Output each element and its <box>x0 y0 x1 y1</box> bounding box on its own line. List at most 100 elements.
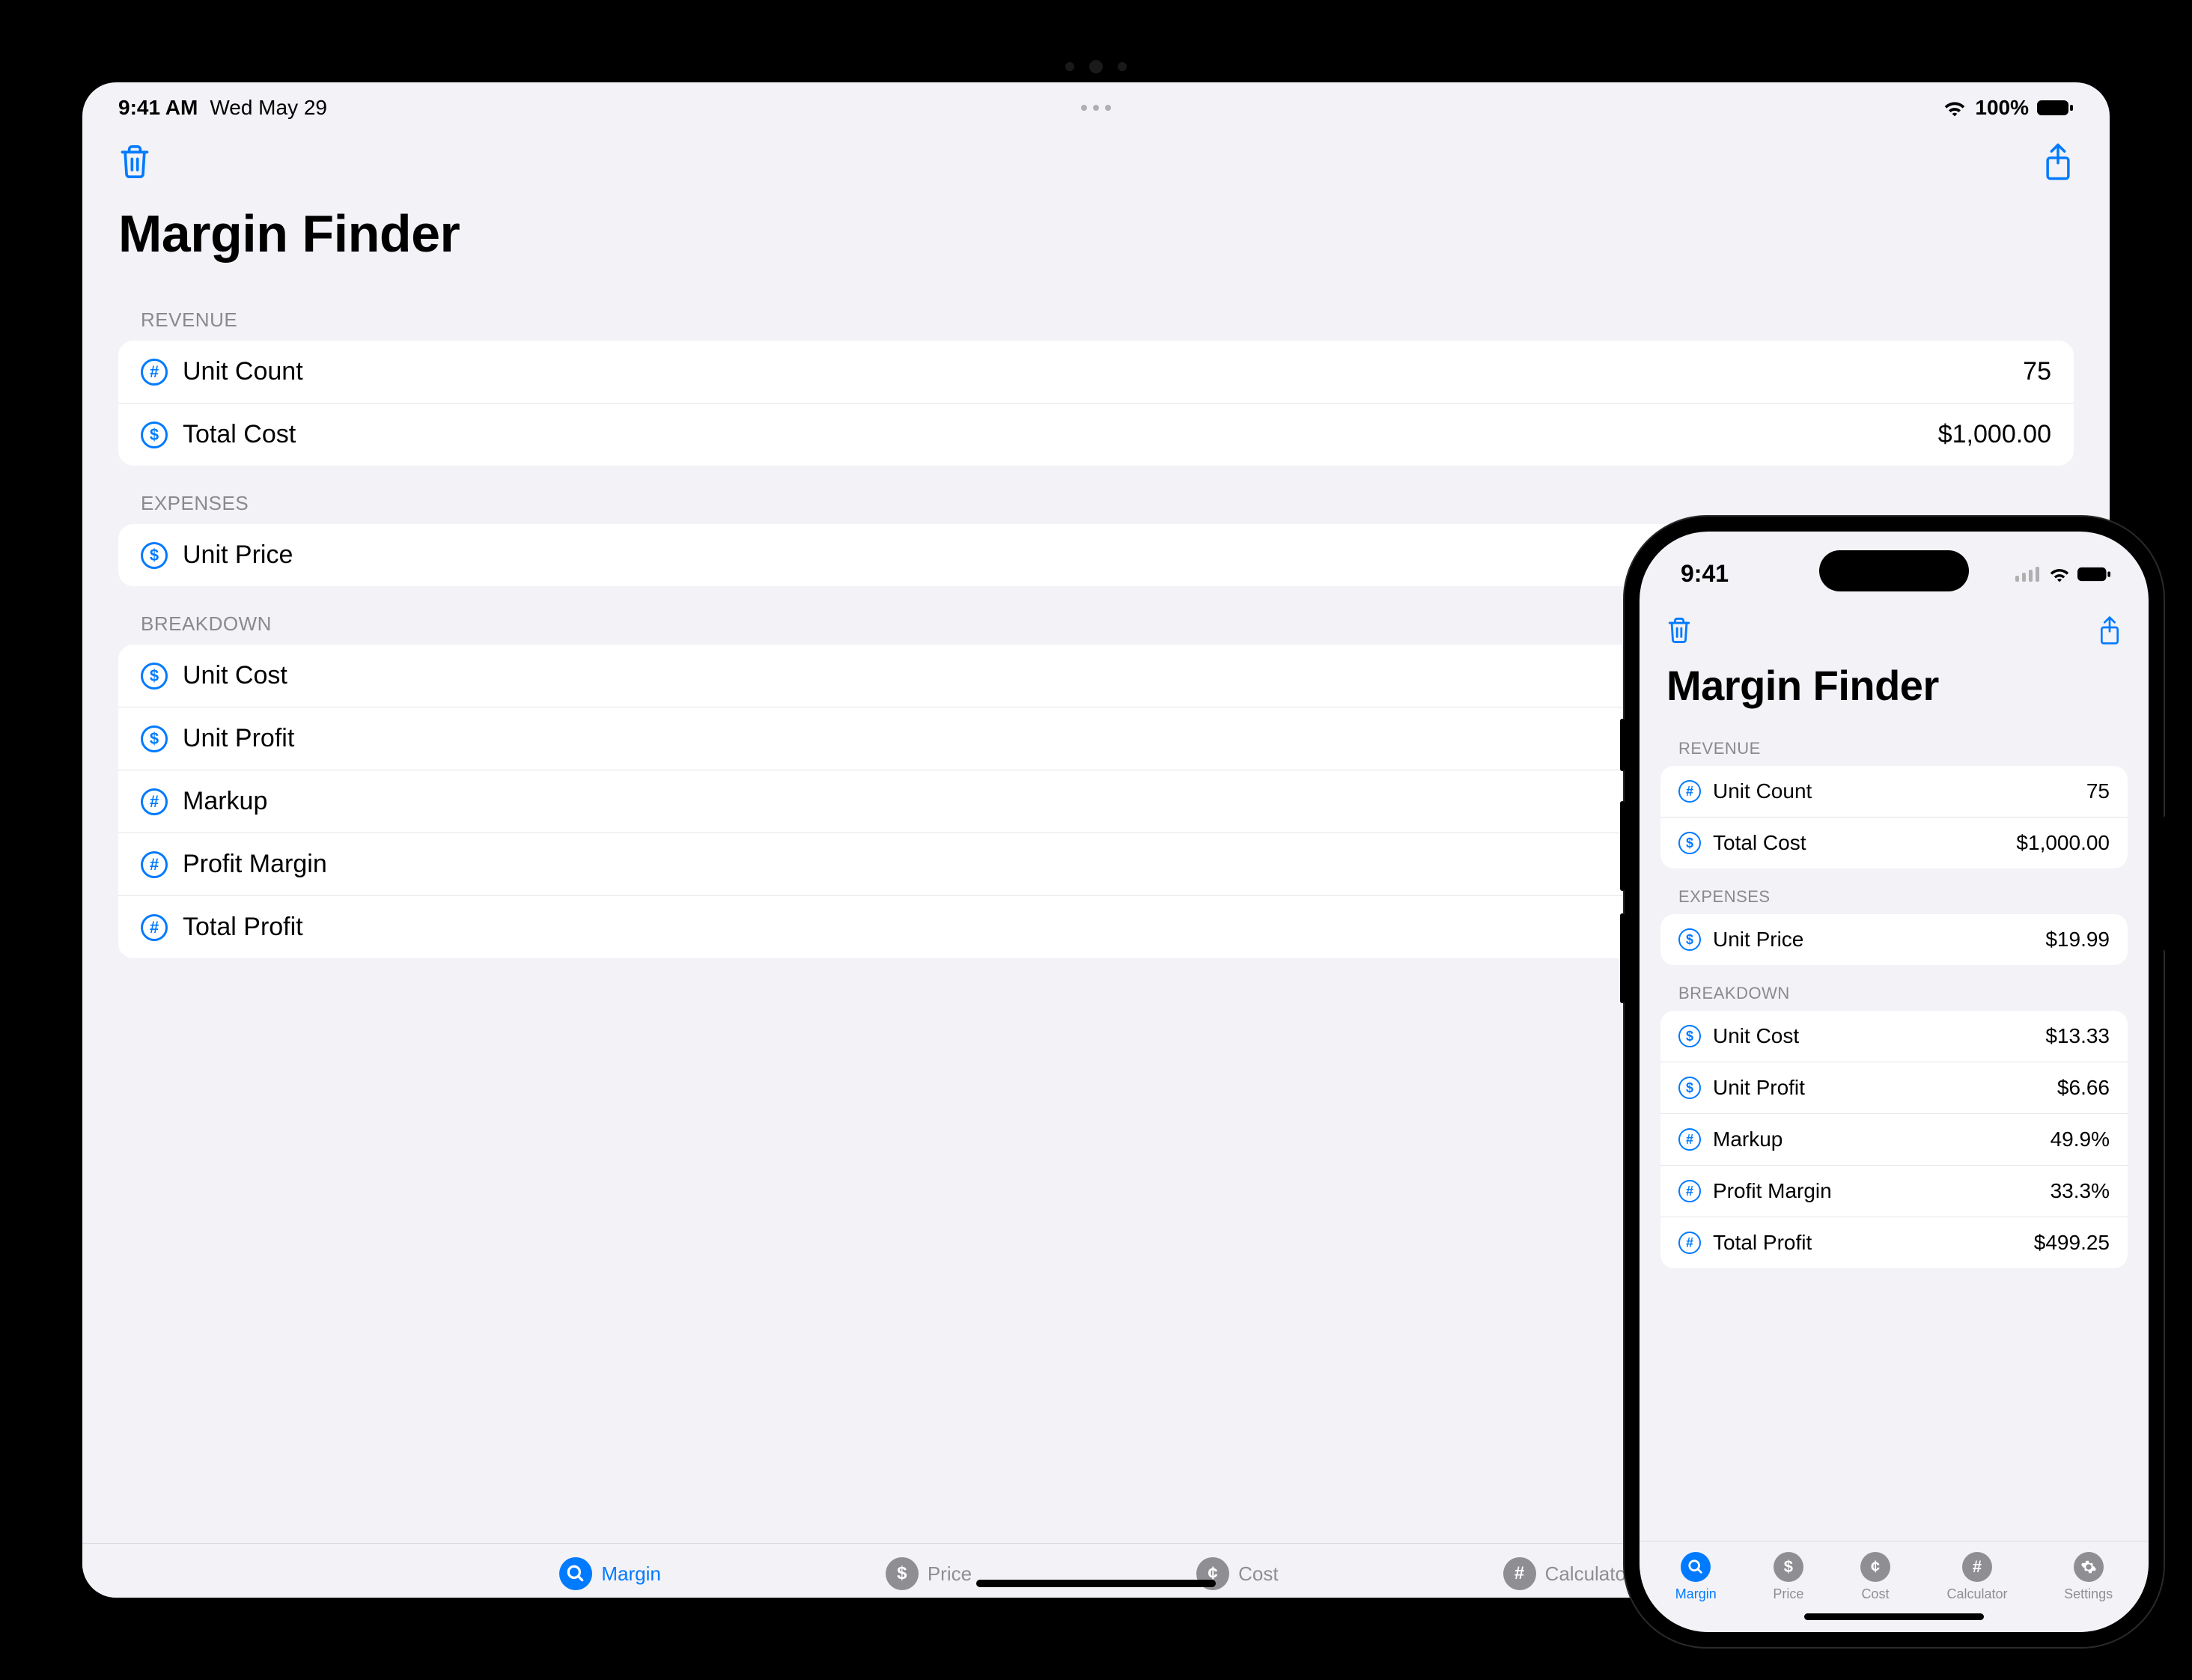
row-unit-profit[interactable]: $ Unit Profit $6.66 <box>1660 1062 2128 1114</box>
home-indicator[interactable] <box>976 1580 1216 1587</box>
dollar-icon: $ <box>1678 832 1701 854</box>
tab-price[interactable]: $ Price <box>1773 1552 1803 1602</box>
row-markup[interactable]: # Markup 49.9% <box>1660 1114 2128 1166</box>
gear-icon <box>2074 1552 2104 1582</box>
row-profit-margin[interactable]: # Profit Margin 33.3% <box>1660 1166 2128 1217</box>
hash-icon: # <box>1678 1128 1701 1151</box>
tab-label: Calculator <box>1947 1586 2008 1602</box>
row-total-cost[interactable]: $ Total Cost $1,000.00 <box>1660 818 2128 868</box>
tab-price[interactable]: $ Price <box>886 1557 972 1590</box>
row-value: 75 <box>2086 779 2110 803</box>
section-header-expenses: EXPENSES <box>1660 887 2128 914</box>
row-label: Unit Profit <box>1713 1076 2045 1100</box>
cent-circle-icon: ¢ <box>1860 1552 1890 1582</box>
section-header-breakdown: BREAKDOWN <box>1660 984 2128 1011</box>
section-header-revenue: REVENUE <box>1660 739 2128 766</box>
hash-circle-icon: # <box>1503 1557 1536 1590</box>
iphone-content[interactable]: REVENUE # Unit Count 75 $ Total Cost $1,… <box>1640 720 2149 1541</box>
trash-button[interactable] <box>1666 615 1692 645</box>
row-value: $13.33 <box>2045 1024 2110 1048</box>
hash-icon: # <box>1678 1180 1701 1202</box>
tab-calculator[interactable]: # Calculator <box>1947 1552 2008 1602</box>
row-unit-price[interactable]: $ Unit Price $19.99 <box>1660 914 2128 965</box>
ipad-camera-cluster <box>1065 60 1127 73</box>
iphone-device-frame: 9:41 Margin Finder REVENUE <box>1625 517 2164 1647</box>
dollar-icon: $ <box>1678 1025 1701 1047</box>
hash-icon: # <box>141 914 168 941</box>
dollar-icon: $ <box>141 663 168 690</box>
row-label: Total Cost <box>183 420 1923 449</box>
section-body-revenue: # Unit Count 75 $ Total Cost $1,000.00 <box>1660 766 2128 868</box>
dynamic-island <box>1819 550 1969 591</box>
status-time: 9:41 AM <box>118 96 198 120</box>
tab-cost[interactable]: ¢ Cost <box>1860 1552 1890 1602</box>
battery-percent: 100% <box>1975 96 2029 120</box>
section-breakdown: BREAKDOWN $ Unit Cost $13.33 $ Unit Prof… <box>1660 984 2128 1268</box>
tab-label: Price <box>1773 1586 1803 1602</box>
magnifier-icon <box>1681 1552 1711 1582</box>
battery-icon <box>2077 566 2111 582</box>
tab-label: Price <box>928 1562 972 1586</box>
share-button[interactable] <box>2042 142 2074 181</box>
iphone-side-button <box>1620 913 1625 1003</box>
battery-icon <box>2036 99 2074 117</box>
tab-label: Calculator <box>1545 1562 1633 1586</box>
tab-margin[interactable]: Margin <box>1675 1552 1717 1602</box>
wifi-icon <box>2048 566 2071 582</box>
ipad-toolbar <box>82 120 2110 189</box>
wifi-icon <box>1942 99 1967 117</box>
dollar-icon: $ <box>141 542 168 569</box>
row-value: $499.25 <box>2034 1231 2110 1255</box>
hash-icon: # <box>141 788 168 815</box>
tab-settings[interactable]: Settings <box>2064 1552 2113 1602</box>
section-expenses: EXPENSES $ Unit Price $19.99 <box>1660 887 2128 965</box>
home-indicator[interactable] <box>1804 1613 1984 1620</box>
hash-icon: # <box>141 851 168 878</box>
share-button[interactable] <box>2098 615 2122 646</box>
multitask-dots[interactable] <box>1081 105 1111 111</box>
row-value: 33.3% <box>2051 1179 2110 1203</box>
tab-margin[interactable]: Margin <box>559 1557 660 1590</box>
dollar-icon: $ <box>141 421 168 448</box>
row-total-cost[interactable]: $ Total Cost $1,000.00 <box>118 404 2074 466</box>
tab-label: Margin <box>1675 1586 1717 1602</box>
row-unit-count[interactable]: # Unit Count 75 <box>1660 766 2128 818</box>
section-revenue: REVENUE # Unit Count 75 $ Total Cost $1,… <box>1660 739 2128 868</box>
row-total-profit[interactable]: # Total Profit $499.25 <box>1660 1217 2128 1268</box>
section-body-breakdown: $ Unit Cost $13.33 $ Unit Profit $6.66 #… <box>1660 1011 2128 1268</box>
tab-label: Cost <box>1861 1586 1889 1602</box>
row-value: $19.99 <box>2045 928 2110 952</box>
trash-button[interactable] <box>118 143 151 180</box>
iphone-side-button <box>1620 719 1625 771</box>
row-label: Total Cost <box>1713 831 2004 855</box>
cellular-icon <box>2015 567 2039 582</box>
row-value: 75 <box>2023 357 2051 386</box>
row-unit-cost[interactable]: $ Unit Cost $13.33 <box>1660 1011 2128 1062</box>
hash-icon: # <box>1678 780 1701 803</box>
page-title: Margin Finder <box>82 189 2110 282</box>
row-label: Unit Count <box>183 357 2008 386</box>
row-value: 49.9% <box>2051 1127 2110 1151</box>
row-label: Profit Margin <box>1713 1179 2039 1203</box>
hash-circle-icon: # <box>1962 1552 1992 1582</box>
hash-icon: # <box>1678 1232 1701 1254</box>
dollar-circle-icon: $ <box>1774 1552 1803 1582</box>
iphone-screen: 9:41 Margin Finder REVENUE <box>1640 532 2149 1632</box>
status-time: 9:41 <box>1681 560 1729 588</box>
iphone-side-button <box>1620 801 1625 891</box>
row-unit-count[interactable]: # Unit Count 75 <box>118 341 2074 404</box>
status-date: Wed May 29 <box>210 96 327 120</box>
dollar-circle-icon: $ <box>886 1557 919 1590</box>
row-value: $1,000.00 <box>1938 420 2051 449</box>
tab-label: Cost <box>1238 1562 1278 1586</box>
section-header-revenue: REVENUE <box>118 308 2074 341</box>
section-revenue: REVENUE # Unit Count 75 $ Total Cost $1,… <box>118 308 2074 466</box>
section-body-revenue: # Unit Count 75 $ Total Cost $1,000.00 <box>118 341 2074 466</box>
tab-calculator[interactable]: # Calculator <box>1503 1557 1633 1590</box>
iphone-side-button <box>2164 816 2168 951</box>
dollar-icon: $ <box>1678 928 1701 951</box>
row-value: $1,000.00 <box>2016 831 2110 855</box>
row-label: Unit Count <box>1713 779 2074 803</box>
row-label: Total Profit <box>1713 1231 2022 1255</box>
iphone-toolbar <box>1640 588 2149 654</box>
